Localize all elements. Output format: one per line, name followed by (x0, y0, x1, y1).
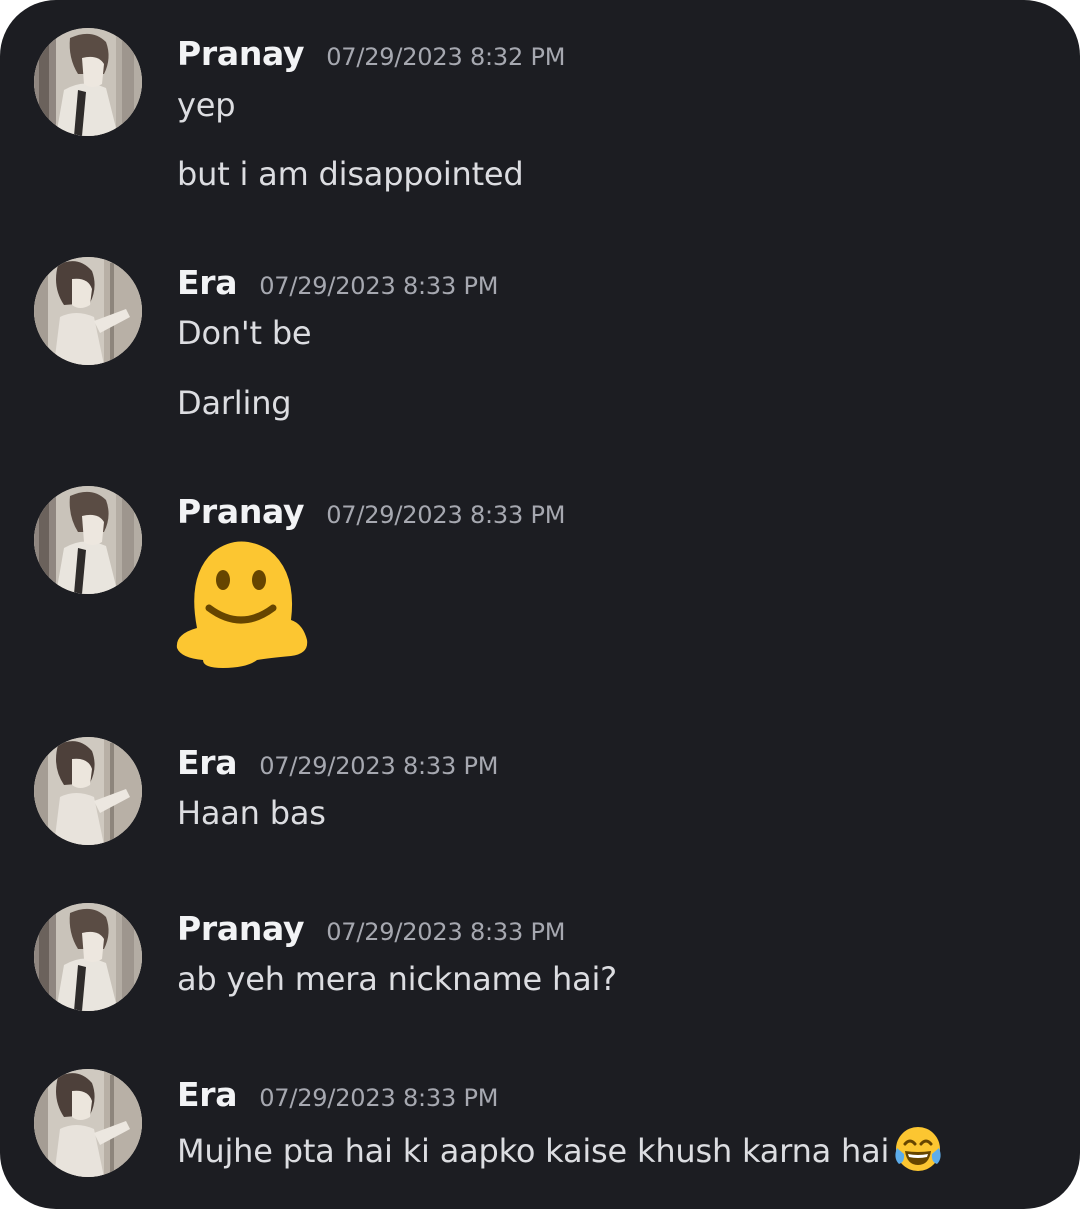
message-text: Darling (177, 384, 292, 422)
avatar[interactable] (34, 1069, 142, 1177)
message-text: Mujhe pta hai ki aapko kaise khush karna… (177, 1124, 943, 1174)
pranay-avatar-icon (34, 28, 142, 136)
message-text: yep (177, 86, 236, 124)
message-header: Pranay 07/29/2023 8:33 PM (177, 492, 565, 531)
message-text-content: Mujhe pta hai ki aapko kaise khush karna… (177, 1132, 890, 1170)
chat-window: Pranay 07/29/2023 8:32 PM yep but i am di… (0, 0, 1080, 1209)
avatar[interactable] (34, 903, 142, 1011)
pranay-avatar-icon (34, 486, 142, 594)
message-text: ab yeh mera nickname hai? (177, 960, 617, 998)
timestamp: 07/29/2023 8:33 PM (326, 501, 566, 529)
timestamp: 07/29/2023 8:33 PM (259, 752, 499, 780)
message-header: Pranay 07/29/2023 8:32 PM (177, 34, 565, 73)
avatar[interactable] (34, 28, 142, 136)
message-text: but i am disappointed (177, 155, 524, 193)
author-name[interactable]: Pranay (177, 492, 304, 531)
author-name[interactable]: Pranay (177, 34, 304, 73)
timestamp: 07/29/2023 8:33 PM (259, 272, 499, 300)
message-text: Haan bas (177, 794, 326, 832)
author-name[interactable]: Pranay (177, 909, 304, 948)
timestamp: 07/29/2023 8:33 PM (259, 1084, 499, 1112)
author-name[interactable]: Era (177, 1075, 237, 1114)
message-header: Era 07/29/2023 8:33 PM (177, 1075, 498, 1114)
era-avatar-icon (34, 737, 142, 845)
author-name[interactable]: Era (177, 263, 237, 302)
face-with-tears-of-joy-icon[interactable] (893, 1124, 943, 1174)
avatar[interactable] (34, 257, 142, 365)
pranay-avatar-icon (34, 903, 142, 1011)
timestamp: 07/29/2023 8:32 PM (326, 43, 566, 71)
author-name[interactable]: Era (177, 743, 237, 782)
avatar[interactable] (34, 486, 142, 594)
timestamp: 07/29/2023 8:33 PM (326, 918, 566, 946)
melting-face-icon[interactable] (173, 536, 311, 670)
message-header: Era 07/29/2023 8:33 PM (177, 743, 498, 782)
avatar[interactable] (34, 737, 142, 845)
message-header: Pranay 07/29/2023 8:33 PM (177, 909, 565, 948)
era-avatar-icon (34, 257, 142, 365)
message-header: Era 07/29/2023 8:33 PM (177, 263, 498, 302)
era-avatar-icon (34, 1069, 142, 1177)
message-text: Don't be (177, 314, 312, 352)
